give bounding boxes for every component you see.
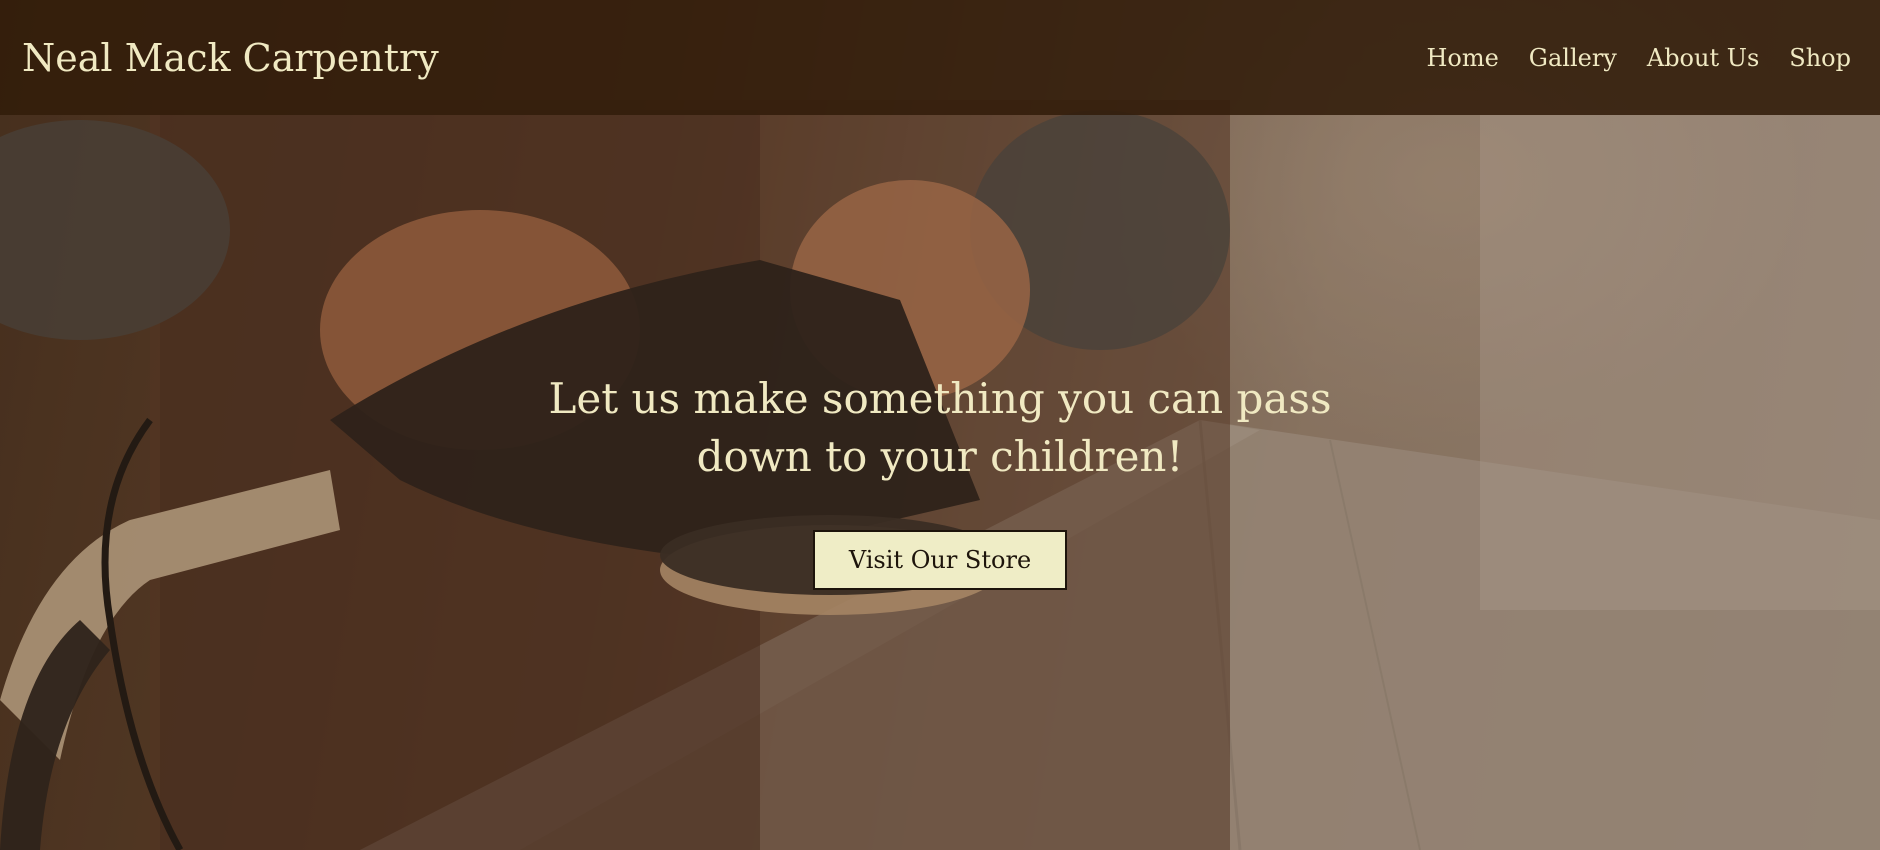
nav-item-gallery[interactable]: Gallery bbox=[1514, 44, 1632, 72]
site-logo-text[interactable]: Neal Mack Carpentry bbox=[22, 36, 439, 80]
nav-item-home[interactable]: Home bbox=[1411, 44, 1513, 72]
nav-item-shop[interactable]: Shop bbox=[1774, 44, 1866, 72]
visit-store-button[interactable]: Visit Our Store bbox=[812, 530, 1068, 590]
site-header: Neal Mack Carpentry Home Gallery About U… bbox=[0, 0, 1880, 115]
hero-section: Let us make something you can pass down … bbox=[0, 370, 1880, 590]
hero-headline: Let us make something you can pass down … bbox=[548, 374, 1332, 481]
nav-item-about-us[interactable]: About Us bbox=[1632, 44, 1774, 72]
main-nav: Home Gallery About Us Shop bbox=[1411, 44, 1866, 72]
page: Neal Mack Carpentry Home Gallery About U… bbox=[0, 0, 1880, 850]
